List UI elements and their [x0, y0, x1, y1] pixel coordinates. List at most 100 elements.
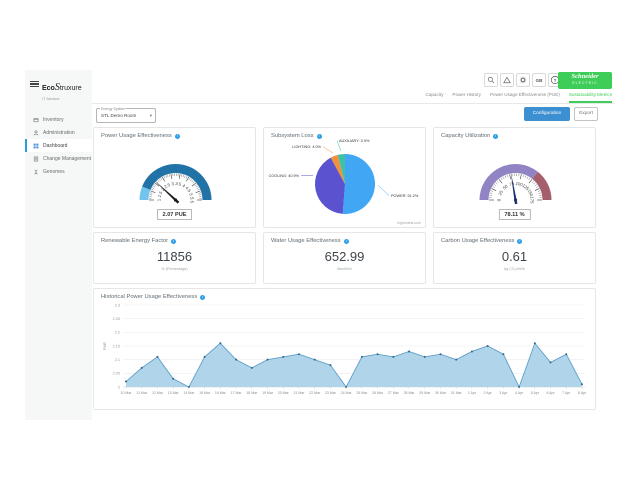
schneider-electric-button[interactable]: Schneider ELECTRIC [558, 72, 612, 89]
svg-text:11 Mar: 11 Mar [136, 391, 147, 395]
tab-capacity[interactable]: Capacity [426, 92, 444, 103]
dashboard-icon [33, 143, 39, 149]
svg-text:12 Mar: 12 Mar [152, 391, 164, 395]
svg-text:14 Mar: 14 Mar [183, 391, 195, 395]
svg-text:22 Mar: 22 Mar [309, 391, 321, 395]
info-icon[interactable] [517, 239, 522, 244]
alerts-button[interactable] [500, 73, 514, 87]
svg-text:3: 3 [171, 181, 175, 186]
language-icon: GB [534, 75, 544, 85]
svg-text:7 Apr: 7 Apr [562, 391, 571, 395]
svg-text:PUE: PUE [103, 342, 107, 350]
historical-pue-card: Historical Power Usage Effectiveness 2 2.… [93, 288, 596, 410]
sidebar-item-genomes[interactable]: Genomes [25, 165, 92, 178]
sidebar-item-label: Change Management [43, 156, 91, 162]
export-button[interactable]: Export [574, 107, 598, 121]
pue-gauge-chart: 11.522.533.544.555.5 [94, 140, 257, 206]
svg-text:2.05: 2.05 [113, 372, 120, 376]
energy-system-select-value: STL Demo Room [97, 109, 155, 122]
svg-text:?: ? [554, 78, 557, 83]
svg-text:5.5: 5.5 [190, 197, 195, 204]
highcharts-credit[interactable]: highcharts.com [397, 221, 421, 225]
svg-text:POWER: 51.2%: POWER: 51.2% [391, 194, 419, 198]
metric-value: 11856 [94, 249, 255, 264]
energy-system-select-label: Energy System [100, 107, 126, 111]
sidebar-menu: Inventory Administration Dashboard Chang… [25, 113, 92, 178]
svg-text:AUXILIARY: 3.9%: AUXILIARY: 3.9% [339, 139, 370, 143]
menu-toggle-icon[interactable] [30, 79, 39, 89]
gear-icon [519, 76, 527, 84]
svg-text:19 Mar: 19 Mar [262, 391, 274, 395]
svg-text:21 Mar: 21 Mar [294, 391, 306, 395]
svg-text:1 Apr: 1 Apr [468, 391, 477, 395]
svg-text:8 Apr: 8 Apr [578, 391, 587, 395]
svg-text:175: 175 [530, 196, 535, 204]
pue-gauge-card: Power Usage Effectiveness 11.522.533.544… [93, 127, 256, 228]
sidebar-item-label: Inventory [43, 117, 64, 123]
svg-text:LIGHTING: 4.0%: LIGHTING: 4.0% [292, 145, 321, 149]
capacity-gauge-value: 78.11 % [498, 209, 530, 220]
sidebar-item-label: Administration [43, 130, 75, 136]
card-title: Carbon Usage Effectiveness [441, 238, 514, 244]
svg-text:25: 25 [497, 189, 504, 196]
svg-text:30 Mar: 30 Mar [435, 391, 447, 395]
search-button[interactable] [484, 73, 498, 87]
info-icon[interactable] [175, 134, 180, 139]
info-icon[interactable] [200, 295, 205, 300]
metric-value: 652.99 [264, 249, 425, 264]
card-title: Capacity Utilization [441, 133, 490, 139]
svg-text:6 Apr: 6 Apr [546, 391, 555, 395]
dashboard-tabs: Capacity Power History Power Usage Effec… [426, 92, 613, 103]
svg-text:2: 2 [118, 385, 120, 389]
sidebar-item-inventory[interactable]: Inventory [25, 113, 92, 126]
svg-text:16 Mar: 16 Mar [215, 391, 227, 395]
chevron-down-icon [150, 109, 152, 122]
svg-text:28 Mar: 28 Mar [404, 391, 416, 395]
search-icon [487, 76, 495, 84]
svg-text:2 Apr: 2 Apr [484, 391, 493, 395]
configuration-button[interactable]: Configuration [524, 107, 570, 121]
svg-text:13 Mar: 13 Mar [168, 391, 180, 395]
info-icon[interactable] [344, 239, 349, 244]
administration-icon [33, 130, 39, 136]
svg-text:20 Mar: 20 Mar [278, 391, 290, 395]
energy-system-select[interactable]: Energy System STL Demo Room [96, 108, 156, 123]
svg-text:2.15: 2.15 [113, 344, 120, 348]
capacity-gauge-card: Capacity Utilization 0255075100125150175… [433, 127, 596, 228]
svg-text:2.2: 2.2 [115, 331, 120, 335]
genomes-icon [33, 169, 39, 175]
sidebar-item-label: Genomes [43, 169, 65, 175]
svg-text:5 Apr: 5 Apr [531, 391, 540, 395]
tab-sustainability-metrics[interactable]: Sustainability Metrics [569, 92, 612, 103]
carbon-usage-effectiveness-card: Carbon Usage Effectiveness 0.61 kg CO₂/k… [433, 232, 596, 284]
tab-power-usage-effectiveness[interactable]: Power Usage Effectiveness (PUE) [490, 92, 560, 103]
historical-pue-area-chart: 22.052.12.152.22.252.3PUE10 Mar11 Mar12 … [99, 301, 591, 407]
sidebar-item-dashboard[interactable]: Dashboard [25, 139, 92, 152]
card-title: Power Usage Effectiveness [101, 133, 172, 139]
settings-button[interactable] [516, 73, 530, 87]
svg-text:0: 0 [497, 198, 502, 201]
svg-text:17 Mar: 17 Mar [231, 391, 243, 395]
svg-text:10 Mar: 10 Mar [121, 391, 133, 395]
subsystem-loss-pie-chart: POWER: 51.2% COOLING: 40.9% LIGHTING: 4.0%… [264, 136, 427, 224]
metric-unit: liter/kWh [264, 267, 425, 271]
renewable-energy-factor-card: Renewable Energy Factor 11856 % (Percent… [93, 232, 256, 284]
capacity-gauge-chart: 0255075100125150175 [434, 140, 597, 206]
svg-text:15 Mar: 15 Mar [199, 391, 211, 395]
sidebar-item-administration[interactable]: Administration [25, 126, 92, 139]
sidebar-item-label: Dashboard [43, 143, 67, 149]
svg-text:3 Apr: 3 Apr [499, 391, 508, 395]
svg-text:COOLING: 40.9%: COOLING: 40.9% [269, 174, 300, 178]
svg-text:27 Mar: 27 Mar [388, 391, 400, 395]
card-title: Historical Power Usage Effectiveness [101, 294, 197, 300]
tab-power-history[interactable]: Power History [452, 92, 481, 103]
language-button[interactable]: GB [532, 73, 546, 87]
info-icon[interactable] [493, 134, 498, 139]
svg-text:31 Mar: 31 Mar [451, 391, 463, 395]
brand-subtitle: IT Advisor [42, 96, 82, 101]
subsystem-loss-card: Subsystem Loss POWER: 51.2%COOLING: 40.9… [263, 127, 426, 228]
info-icon[interactable] [171, 239, 176, 244]
sidebar: EcoStruxure IT Advisor Inventory Adminis… [25, 70, 92, 420]
sidebar-item-change-management[interactable]: Change Management [25, 152, 92, 165]
svg-text:18 Mar: 18 Mar [246, 391, 258, 395]
